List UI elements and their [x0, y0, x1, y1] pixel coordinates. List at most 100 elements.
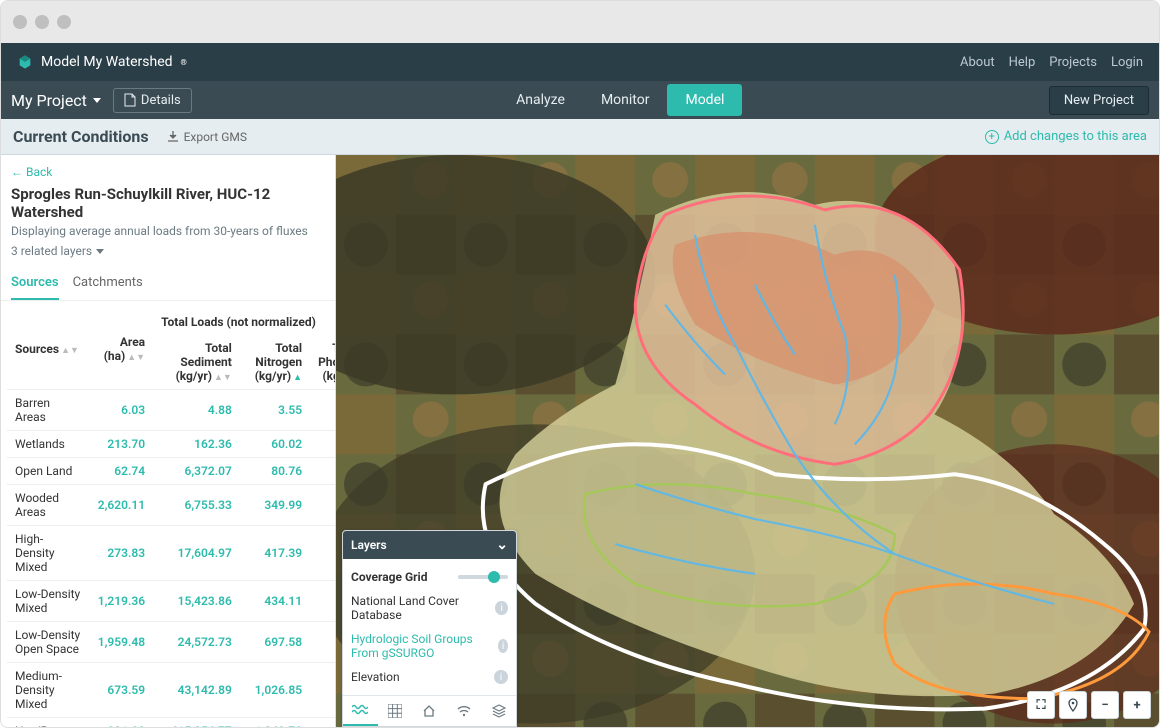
layer-label: Elevation — [351, 670, 400, 684]
project-header: My Project Details Analyze Monitor Model… — [1, 81, 1159, 119]
table-row[interactable]: Medium-Density Mixed673.5943,142.891,026… — [7, 663, 335, 718]
arrow-left-icon: ← — [11, 165, 23, 179]
col-phosphorus[interactable]: Total Phosph (kg/yr) — [310, 335, 335, 390]
tab-analyze[interactable]: Analyze — [498, 84, 583, 116]
layers-header[interactable]: Layers ⌄ — [343, 531, 516, 559]
cell-nitrogen: 60.02 — [240, 431, 310, 458]
traffic-light-close[interactable] — [13, 15, 27, 29]
locate-button[interactable] — [1059, 691, 1087, 719]
cell-phosphorus — [310, 431, 335, 458]
cell-area: 831.03 — [90, 718, 153, 728]
window-titlebar — [1, 1, 1159, 43]
subtab-sources[interactable]: Sources — [11, 275, 59, 300]
cell-nitrogen: 697.58 — [240, 622, 310, 663]
cell-sediment: 6,755.33 — [153, 485, 240, 526]
back-link[interactable]: ← Back — [11, 165, 325, 179]
cell-sediment: 17,604.97 — [153, 526, 240, 581]
cell-sediment: 24,572.73 — [153, 622, 240, 663]
info-icon[interactable]: i — [494, 670, 508, 684]
col-area[interactable]: Area (ha)▲▼ — [90, 309, 153, 390]
layers-title: Layers — [351, 538, 387, 552]
fullscreen-button[interactable]: ⛶ — [1027, 691, 1055, 719]
cell-sediment: 4.88 — [153, 390, 240, 431]
layers-tab-grid[interactable] — [378, 696, 413, 726]
table-row[interactable]: High-Density Mixed273.8317,604.97417.39 — [7, 526, 335, 581]
download-icon — [167, 131, 179, 143]
zoom-out-button[interactable]: − — [1091, 691, 1119, 719]
project-name-dropdown[interactable]: My Project — [11, 91, 101, 110]
add-changes-link[interactable]: + Add changes to this area — [985, 129, 1147, 144]
col-nitrogen[interactable]: Total Nitrogen (kg/yr)▲ — [240, 335, 310, 390]
brand-reg: ® — [181, 58, 187, 67]
table-row[interactable]: Barren Areas6.034.883.55 — [7, 390, 335, 431]
map-view[interactable]: Layers ⌄ Coverage Grid National Land Cov… — [336, 155, 1159, 727]
cell-source: Open Land — [7, 458, 90, 485]
zoom-in-button[interactable]: + — [1123, 691, 1151, 719]
table-row[interactable]: Open Land62.746,372.0780.76 — [7, 458, 335, 485]
cell-source: Medium-Density Mixed — [7, 663, 90, 718]
layer-item[interactable]: Elevation i — [343, 665, 516, 689]
export-gms[interactable]: Export GMS — [167, 130, 247, 144]
layers-tab-signal[interactable] — [447, 696, 482, 726]
col-sources[interactable]: Sources▲▼ — [7, 309, 90, 390]
project-name-label: My Project — [11, 91, 87, 110]
sub-bar: Current Conditions Export GMS + Add chan… — [1, 119, 1159, 155]
new-project-button[interactable]: New Project — [1049, 86, 1149, 115]
cell-phosphorus — [310, 458, 335, 485]
info-icon[interactable]: i — [495, 601, 508, 615]
layer-item[interactable]: Hydrologic Soil Groups From gSSURGOi — [343, 627, 516, 665]
top-header: Model My Watershed® About Help Projects … — [1, 43, 1159, 81]
cell-source: Low-Density Mixed — [7, 581, 90, 622]
traffic-light-min[interactable] — [35, 15, 49, 29]
layers-tab-stack[interactable] — [481, 696, 516, 726]
stack-icon — [492, 704, 506, 718]
table-row[interactable]: Wooded Areas2,620.116,755.33349.99 — [7, 485, 335, 526]
layers-tab-home[interactable] — [412, 696, 447, 726]
add-changes-label: Add changes to this area — [1004, 129, 1147, 144]
table-row[interactable]: Low-Density Open Space1,959.4824,572.736… — [7, 622, 335, 663]
cell-phosphorus — [310, 390, 335, 431]
cell-source: Wooded Areas — [7, 485, 90, 526]
layers-type-tabs — [343, 695, 516, 726]
layers-panel: Layers ⌄ Coverage Grid National Land Cov… — [342, 530, 517, 727]
sources-table: Sources▲▼ Area (ha)▲▼ Total Loads (not n… — [7, 309, 335, 727]
info-icon[interactable]: i — [498, 639, 508, 653]
cell-sediment: 415,254.77 — [153, 718, 240, 728]
cell-source: Low-Density Open Space — [7, 622, 90, 663]
cell-sediment: 162.36 — [153, 431, 240, 458]
details-button[interactable]: Details — [113, 88, 192, 113]
signal-icon — [457, 704, 471, 718]
waves-icon — [352, 704, 368, 716]
cell-area: 273.83 — [90, 526, 153, 581]
subtab-catchments[interactable]: Catchments — [73, 275, 143, 300]
nav-login[interactable]: Login — [1111, 55, 1143, 70]
pin-icon — [1066, 698, 1080, 712]
cell-nitrogen: 80.76 — [240, 458, 310, 485]
layers-tab-waves[interactable] — [343, 696, 378, 726]
table-row[interactable]: Wetlands213.70162.3660.02 — [7, 431, 335, 458]
brand-name: Model My Watershed — [41, 54, 173, 70]
col-sediment[interactable]: Total Sediment (kg/yr)▲▼ — [153, 335, 240, 390]
table-row[interactable]: Low-Density Mixed1,219.3615,423.86434.11 — [7, 581, 335, 622]
cell-nitrogen: 349.99 — [240, 485, 310, 526]
tab-monitor[interactable]: Monitor — [583, 84, 668, 116]
caret-down-icon — [96, 249, 104, 254]
table-row[interactable]: Hay/Pasture831.03415,254.771,849.70 — [7, 718, 335, 728]
traffic-light-max[interactable] — [57, 15, 71, 29]
nav-about[interactable]: About — [960, 55, 995, 70]
layer-label: Hydrologic Soil Groups From gSSURGO — [351, 632, 498, 660]
grid-icon — [388, 704, 402, 718]
sources-table-container[interactable]: Sources▲▼ Area (ha)▲▼ Total Loads (not n… — [1, 301, 335, 727]
cell-area: 2,620.11 — [90, 485, 153, 526]
nav-projects[interactable]: Projects — [1049, 55, 1097, 70]
file-icon — [124, 93, 136, 107]
results-sidebar: ← Back Sprogles Run-Schuylkill River, HU… — [1, 155, 336, 727]
nav-help[interactable]: Help — [1009, 55, 1036, 70]
layer-item[interactable]: National Land Cover Databasei — [343, 589, 516, 627]
related-layers-dropdown[interactable]: 3 related layers — [11, 244, 104, 258]
mode-tabs: Analyze Monitor Model — [498, 84, 742, 116]
tab-model[interactable]: Model — [667, 84, 742, 116]
cell-source: High-Density Mixed — [7, 526, 90, 581]
coverage-grid-heading: Coverage Grid — [343, 565, 516, 589]
opacity-slider[interactable] — [458, 575, 508, 579]
